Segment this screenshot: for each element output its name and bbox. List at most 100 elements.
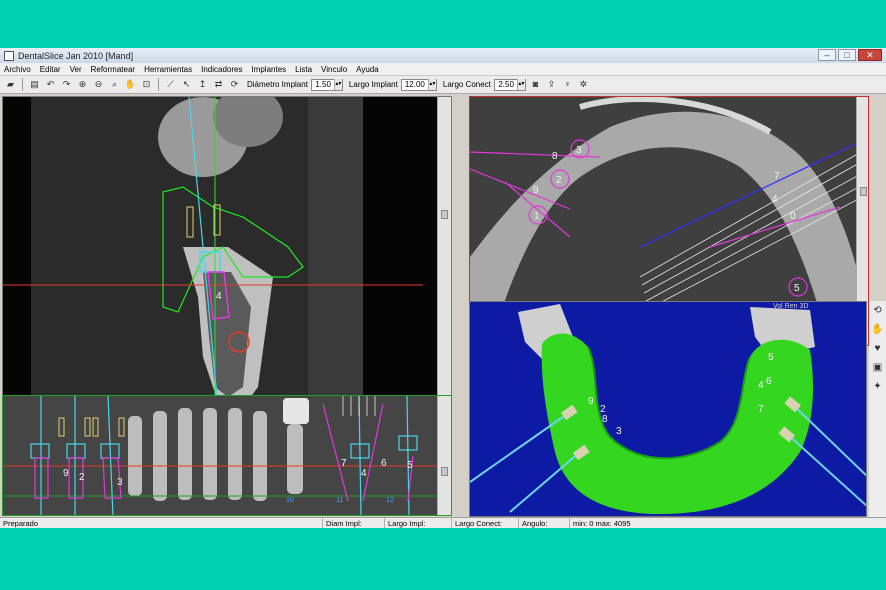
pano-ruler-11: 11 — [336, 497, 343, 504]
pan-hand-icon[interactable]: ✋ — [124, 78, 137, 91]
volume-render-label: Vol Ren 3D — [773, 303, 809, 310]
cross-section-view[interactable]: 4 — [2, 96, 452, 439]
volume-render-image: 5 4 6 7 9 2 8 3 — [470, 302, 866, 516]
cross-implant-number: 4 — [216, 291, 222, 302]
app-window: DentalSlice Jan 2010 [Mand] – □ ✕ Archiv… — [0, 48, 886, 528]
largo-conect-value[interactable]: 2.50 — [495, 80, 517, 89]
zoom-window-icon[interactable]: ⌕ — [108, 78, 121, 91]
menu-implantes[interactable]: Implantes — [251, 65, 286, 74]
camera-icon[interactable]: ◙ — [529, 78, 542, 91]
axial-implant-8: 8 — [552, 151, 558, 162]
zoom-in-icon[interactable]: ⊕ — [76, 78, 89, 91]
menu-editar[interactable]: Editar — [40, 65, 61, 74]
open-folder-icon[interactable]: ▰ — [4, 78, 17, 91]
axial-implant-3: 3 — [576, 145, 582, 156]
3d-side-toolbar: ⟲ ✋ ♥ ▣ ✦ — [869, 301, 886, 517]
tooth-icon[interactable]: ♥ — [871, 342, 884, 355]
export-icon[interactable]: ⇪ — [545, 78, 558, 91]
rotate-implant-icon[interactable]: ⟳ — [228, 78, 241, 91]
status-diam-impl: Diam Impl: — [322, 518, 382, 528]
add-implant-icon[interactable]: ↥ — [196, 78, 209, 91]
status-bar: Preparado Diam Impl: Largo Impl: Largo C… — [0, 517, 886, 528]
status-minmax: min: 0 max: 4095 — [569, 518, 659, 528]
3d-implant-4: 4 — [758, 380, 764, 391]
axial-implant-7: 7 — [774, 171, 780, 182]
menu-lista[interactable]: Lista — [295, 65, 312, 74]
scroll-thumb[interactable] — [860, 187, 867, 196]
pano-implant-7: 7 — [341, 458, 347, 469]
pano-implant-2: 2 — [79, 472, 85, 483]
scroll-thumb[interactable] — [441, 210, 448, 219]
redo-icon[interactable]: ↷ — [60, 78, 73, 91]
panoramic-scrollbar[interactable] — [437, 396, 451, 515]
menu-ver[interactable]: Ver — [70, 65, 82, 74]
maximize-button[interactable]: □ — [838, 49, 856, 61]
pano-implant-6: 6 — [381, 458, 387, 469]
axial-implant-5: 5 — [794, 283, 800, 294]
largo-conect-stepper[interactable]: 2.50 ▴▾ — [493, 78, 526, 91]
stepper-arrows-icon[interactable]: ▴▾ — [333, 79, 342, 90]
3d-implant-6: 6 — [766, 376, 772, 387]
3d-implant-3: 3 — [616, 426, 622, 437]
fit-view-icon[interactable]: ⊡ — [140, 78, 153, 91]
largo-implant-label: Largo Implant — [348, 80, 398, 89]
stepper-arrows-icon[interactable]: ▴▾ — [427, 79, 436, 90]
pano-implant-9: 9 — [63, 468, 69, 479]
menu-herramientas[interactable]: Herramientas — [144, 65, 192, 74]
menu-vinculo[interactable]: Vinculo — [321, 65, 347, 74]
menu-reformatear[interactable]: Reformatear — [91, 65, 135, 74]
toolbar: ▰ ▤ ↶ ↷ ⊕ ⊖ ⌕ ✋ ⊡ ⟋ ↖ ↥ ⇄ ⟳ Diámetro Imp… — [0, 76, 886, 94]
axial-implant-0: 0 — [790, 211, 796, 222]
toolbar-separator — [158, 78, 159, 91]
app-icon — [4, 50, 14, 61]
3d-implant-7: 7 — [758, 404, 764, 415]
status-largo-conect: Largo Conect: — [451, 518, 517, 528]
move-implant-icon[interactable]: ⇄ — [212, 78, 225, 91]
undo-icon[interactable]: ↶ — [44, 78, 57, 91]
menu-bar: Archivo Editar Ver Reformatear Herramien… — [0, 63, 886, 76]
largo-conect-label: Largo Conect — [442, 80, 491, 89]
3d-implant-9: 9 — [588, 396, 594, 407]
print-icon[interactable]: ▤ — [28, 78, 41, 91]
rotate-icon[interactable]: ⟲ — [871, 304, 884, 317]
pointer-icon[interactable]: ↖ — [180, 78, 193, 91]
stepper-arrows-icon[interactable]: ▴▾ — [516, 79, 525, 90]
zoom-out-icon[interactable]: ⊖ — [92, 78, 105, 91]
window-title: DentalSlice Jan 2010 [Mand] — [18, 50, 134, 61]
title-bar: DentalSlice Jan 2010 [Mand] – □ ✕ — [0, 48, 886, 63]
menu-ayuda[interactable]: Ayuda — [356, 65, 379, 74]
diametro-label: Diámetro Implant — [247, 80, 308, 89]
pano-ruler-10: 10 — [286, 497, 294, 504]
toolbar-separator — [22, 78, 23, 91]
minimize-button[interactable]: – — [818, 49, 836, 61]
hand-icon[interactable]: ✋ — [871, 323, 884, 336]
largo-implant-stepper[interactable]: 12.00 ▴▾ — [400, 78, 437, 91]
pano-implant-4: 4 — [361, 468, 367, 479]
volume-render-3d-view[interactable]: 5 4 6 7 9 2 8 3 Vol Ren 3D — [469, 301, 867, 517]
axial-implant-2: 2 — [556, 175, 562, 186]
window-controls: – □ ✕ — [818, 49, 882, 61]
settings-icon[interactable]: ✲ — [577, 78, 590, 91]
3d-implant-5: 5 — [768, 352, 774, 363]
status-angulo: Angulo: — [518, 518, 568, 528]
largo-implant-value[interactable]: 12.00 — [402, 80, 428, 89]
status-largo-impl: Largo Impl: — [384, 518, 450, 528]
scroll-thumb[interactable] — [441, 467, 448, 476]
layers-icon[interactable]: ▣ — [871, 361, 884, 374]
panoramic-image: 9 2 3 7 4 6 5 10 11 12 — [3, 396, 451, 515]
status-state: Preparado — [3, 519, 39, 528]
pano-implant-3: 3 — [117, 477, 123, 488]
menu-archivo[interactable]: Archivo — [4, 65, 31, 74]
axial-implant-4: 4 — [772, 194, 778, 205]
diametro-value[interactable]: 1.50 — [312, 80, 334, 89]
tooth-tool-icon[interactable]: ♆ — [561, 78, 574, 91]
axial-implant-1: 1 — [534, 211, 540, 222]
cross-scrollbar[interactable] — [437, 97, 451, 438]
measure-icon[interactable]: ⟋ — [164, 78, 177, 91]
pano-implant-5: 5 — [407, 460, 413, 471]
light-icon[interactable]: ✦ — [871, 380, 884, 393]
menu-indicadores[interactable]: Indicadores — [201, 65, 242, 74]
panoramic-view[interactable]: 9 2 3 7 4 6 5 10 11 12 — [2, 395, 452, 516]
diametro-stepper[interactable]: 1.50 ▴▾ — [310, 78, 343, 91]
close-button[interactable]: ✕ — [858, 49, 882, 61]
